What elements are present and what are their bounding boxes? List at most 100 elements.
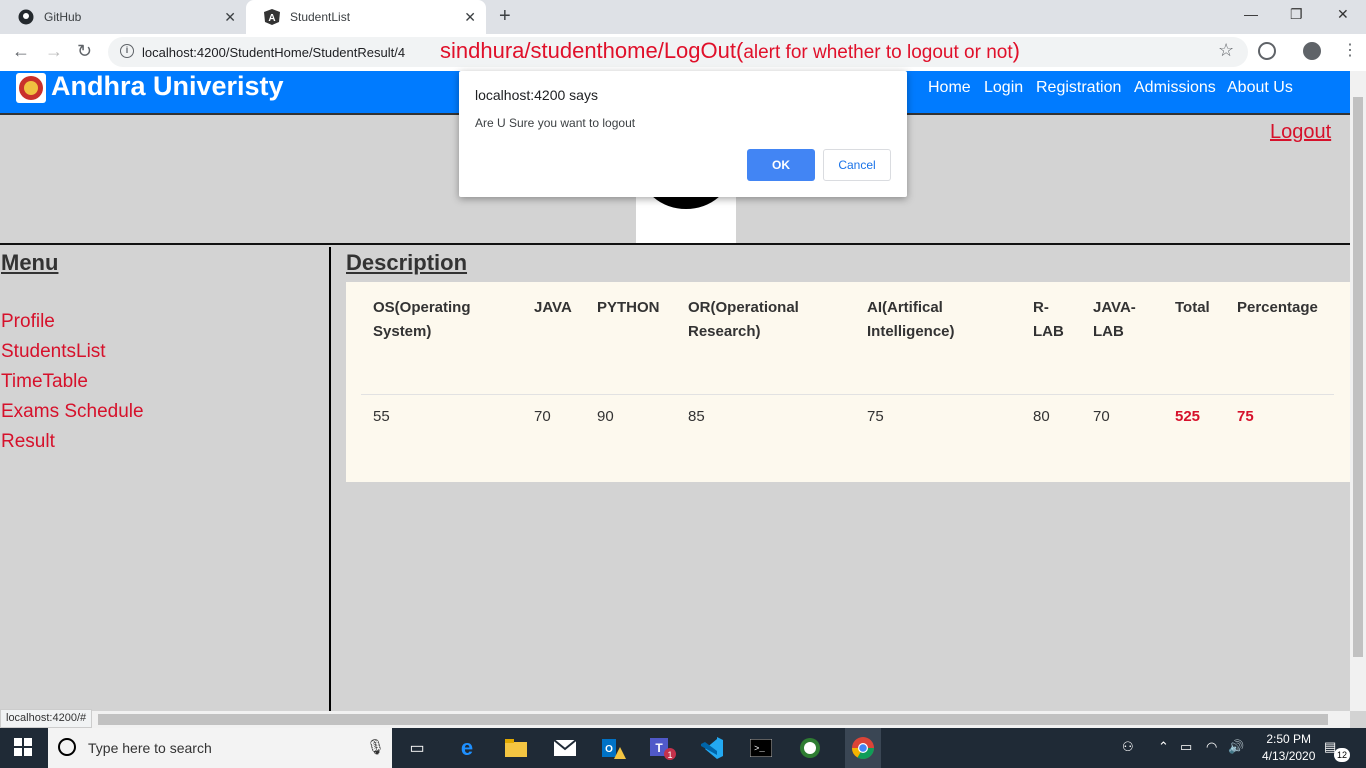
forward-icon[interactable]: → xyxy=(45,41,63,62)
cell-percentage: 75 xyxy=(1237,408,1254,425)
logout-link[interactable]: Logout xyxy=(1270,121,1331,144)
svg-text:O: O xyxy=(605,744,613,755)
col-total: Total xyxy=(1175,299,1210,316)
cell-or: 85 xyxy=(688,408,705,425)
taskbar-search[interactable]: Type here to search 🎙 xyxy=(48,728,392,768)
url-text: localhost:4200/StudentHome/StudentResult… xyxy=(142,45,406,60)
github-icon xyxy=(18,9,34,25)
annotation-end: ) xyxy=(1012,38,1020,63)
vscode-icon[interactable] xyxy=(698,734,726,762)
ok-button[interactable]: OK xyxy=(747,149,815,181)
wifi-icon[interactable]: ◠ xyxy=(1206,739,1217,755)
search-placeholder: Type here to search xyxy=(88,740,212,756)
logout-confirm-dialog: localhost:4200 says Are U Sure you want … xyxy=(459,71,907,197)
svg-text:>_: >_ xyxy=(754,744,765,754)
cell-ai: 75 xyxy=(867,408,884,425)
battery-icon[interactable]: ▭ xyxy=(1180,739,1192,755)
annotation-main: sindhura/studenthome/LogOut( xyxy=(440,38,744,63)
tab-studentlist[interactable]: A StudentList ✕ xyxy=(246,0,486,34)
file-explorer-icon[interactable] xyxy=(502,734,530,762)
chrome-icon[interactable] xyxy=(845,728,881,768)
clock-time: 2:50 PM xyxy=(1266,732,1312,746)
col-java: JAVA xyxy=(534,299,572,316)
outlook-icon[interactable]: O xyxy=(600,734,628,762)
back-icon[interactable]: ← xyxy=(12,41,30,62)
tab-label: StudentList xyxy=(290,10,351,24)
terminal-icon[interactable]: >_ xyxy=(747,734,775,762)
mail-icon[interactable] xyxy=(551,734,579,762)
col-percentage: Percentage xyxy=(1237,299,1318,316)
sidebar-menu: Menu Profile StudentsList TimeTable Exam… xyxy=(0,247,331,711)
scroll-thumb[interactable] xyxy=(1353,97,1363,657)
info-icon[interactable]: i xyxy=(120,44,134,58)
university-logo xyxy=(16,73,46,103)
restore-icon[interactable]: ❐ xyxy=(1290,6,1303,23)
cell-java: 70 xyxy=(534,408,551,425)
close-icon[interactable]: ✕ xyxy=(464,9,476,26)
sidebar-item-profile[interactable]: Profile xyxy=(1,311,55,333)
reload-icon[interactable]: ↻ xyxy=(77,41,92,62)
search-icon xyxy=(58,738,76,756)
windows-start-icon[interactable] xyxy=(14,738,32,761)
bookmark-star-icon[interactable]: ☆ xyxy=(1218,40,1234,61)
cell-total: 525 xyxy=(1175,408,1201,425)
horizontal-scrollbar[interactable] xyxy=(0,711,1350,728)
col-os: OS(Operating System) xyxy=(373,299,471,340)
close-icon[interactable]: ✕ xyxy=(224,9,236,26)
sidebar-item-studentslist[interactable]: StudentsList xyxy=(1,341,106,363)
microphone-icon[interactable]: 🎙 xyxy=(366,738,385,756)
site-brand[interactable]: Andhra Univeristy xyxy=(51,71,284,102)
minimize-icon[interactable]: — xyxy=(1244,6,1258,22)
nav-home[interactable]: Home xyxy=(928,79,971,97)
nav-registration[interactable]: Registration xyxy=(1036,79,1121,97)
window-close-icon[interactable]: ✕ xyxy=(1337,6,1349,23)
description-heading: Description xyxy=(346,250,468,275)
cell-python: 90 xyxy=(597,408,614,425)
cell-r-lab: 80 xyxy=(1033,408,1050,425)
nav-admissions[interactable]: Admissions xyxy=(1134,79,1216,97)
menu-heading: Menu xyxy=(1,250,59,275)
extension-icon[interactable] xyxy=(1258,42,1276,60)
vertical-scrollbar[interactable] xyxy=(1350,71,1366,711)
windows-taskbar: Type here to search 🎙 ▭ e O T1 >_ ⚇ ⌃ ▭ … xyxy=(0,728,1366,768)
edge-icon[interactable]: e xyxy=(453,734,481,762)
annotation-small: alert for whether to logout or not xyxy=(743,42,1013,63)
svg-text:A: A xyxy=(268,13,275,24)
sidebar-item-timetable[interactable]: TimeTable xyxy=(1,371,88,393)
cell-java-lab: 70 xyxy=(1093,408,1110,425)
cell-os: 55 xyxy=(373,408,390,425)
row-divider xyxy=(361,394,1334,395)
tab-github[interactable]: GitHub ✕ xyxy=(0,0,246,34)
new-tab-icon[interactable]: + xyxy=(499,5,511,28)
notification-badge: 12 xyxy=(1334,748,1350,762)
volume-icon[interactable]: 🔊 xyxy=(1228,739,1244,755)
nav-login[interactable]: Login xyxy=(984,79,1023,97)
nav-about-us[interactable]: About Us xyxy=(1227,79,1293,97)
task-view-icon[interactable]: ▭ xyxy=(403,734,431,762)
sidebar-item-result[interactable]: Result xyxy=(1,431,55,453)
tab-strip: GitHub ✕ A StudentList ✕ + — ❐ ✕ xyxy=(0,0,1366,34)
col-ai: AI(Artifical Intelligence) xyxy=(867,299,955,340)
col-or: OR(Operational Research) xyxy=(688,299,799,340)
status-url: localhost:4200/# xyxy=(0,709,93,728)
clock-date: 4/13/2020 xyxy=(1262,749,1316,763)
taskbar-clock[interactable]: 2:50 PM 4/13/2020 xyxy=(1262,731,1315,765)
col-r-lab: R- LAB xyxy=(1033,299,1064,340)
teams-icon[interactable]: T1 xyxy=(649,734,677,762)
menu-dots-icon[interactable]: ⋮ xyxy=(1342,40,1358,60)
svg-text:T: T xyxy=(655,741,663,755)
svg-text:1: 1 xyxy=(667,750,672,760)
col-python: PYTHON xyxy=(597,299,660,316)
sidebar-item-exams-schedule[interactable]: Exams Schedule xyxy=(1,401,144,423)
annotation-text: sindhura/studenthome/LogOut(alert for wh… xyxy=(440,38,1020,64)
scroll-thumb[interactable] xyxy=(98,714,1328,725)
dialog-message: Are U Sure you want to logout xyxy=(475,116,636,130)
profile-icon[interactable] xyxy=(1303,42,1321,60)
chevron-up-icon[interactable]: ⌃ xyxy=(1158,739,1169,755)
angular-icon: A xyxy=(264,9,280,25)
people-icon[interactable]: ⚇ xyxy=(1122,739,1134,755)
dialog-title: localhost:4200 says xyxy=(475,87,598,103)
globe-app-icon[interactable] xyxy=(796,734,824,762)
result-table: OS(Operating System) JAVA PYTHON OR(Opera… xyxy=(346,282,1350,482)
cancel-button[interactable]: Cancel xyxy=(823,149,891,181)
